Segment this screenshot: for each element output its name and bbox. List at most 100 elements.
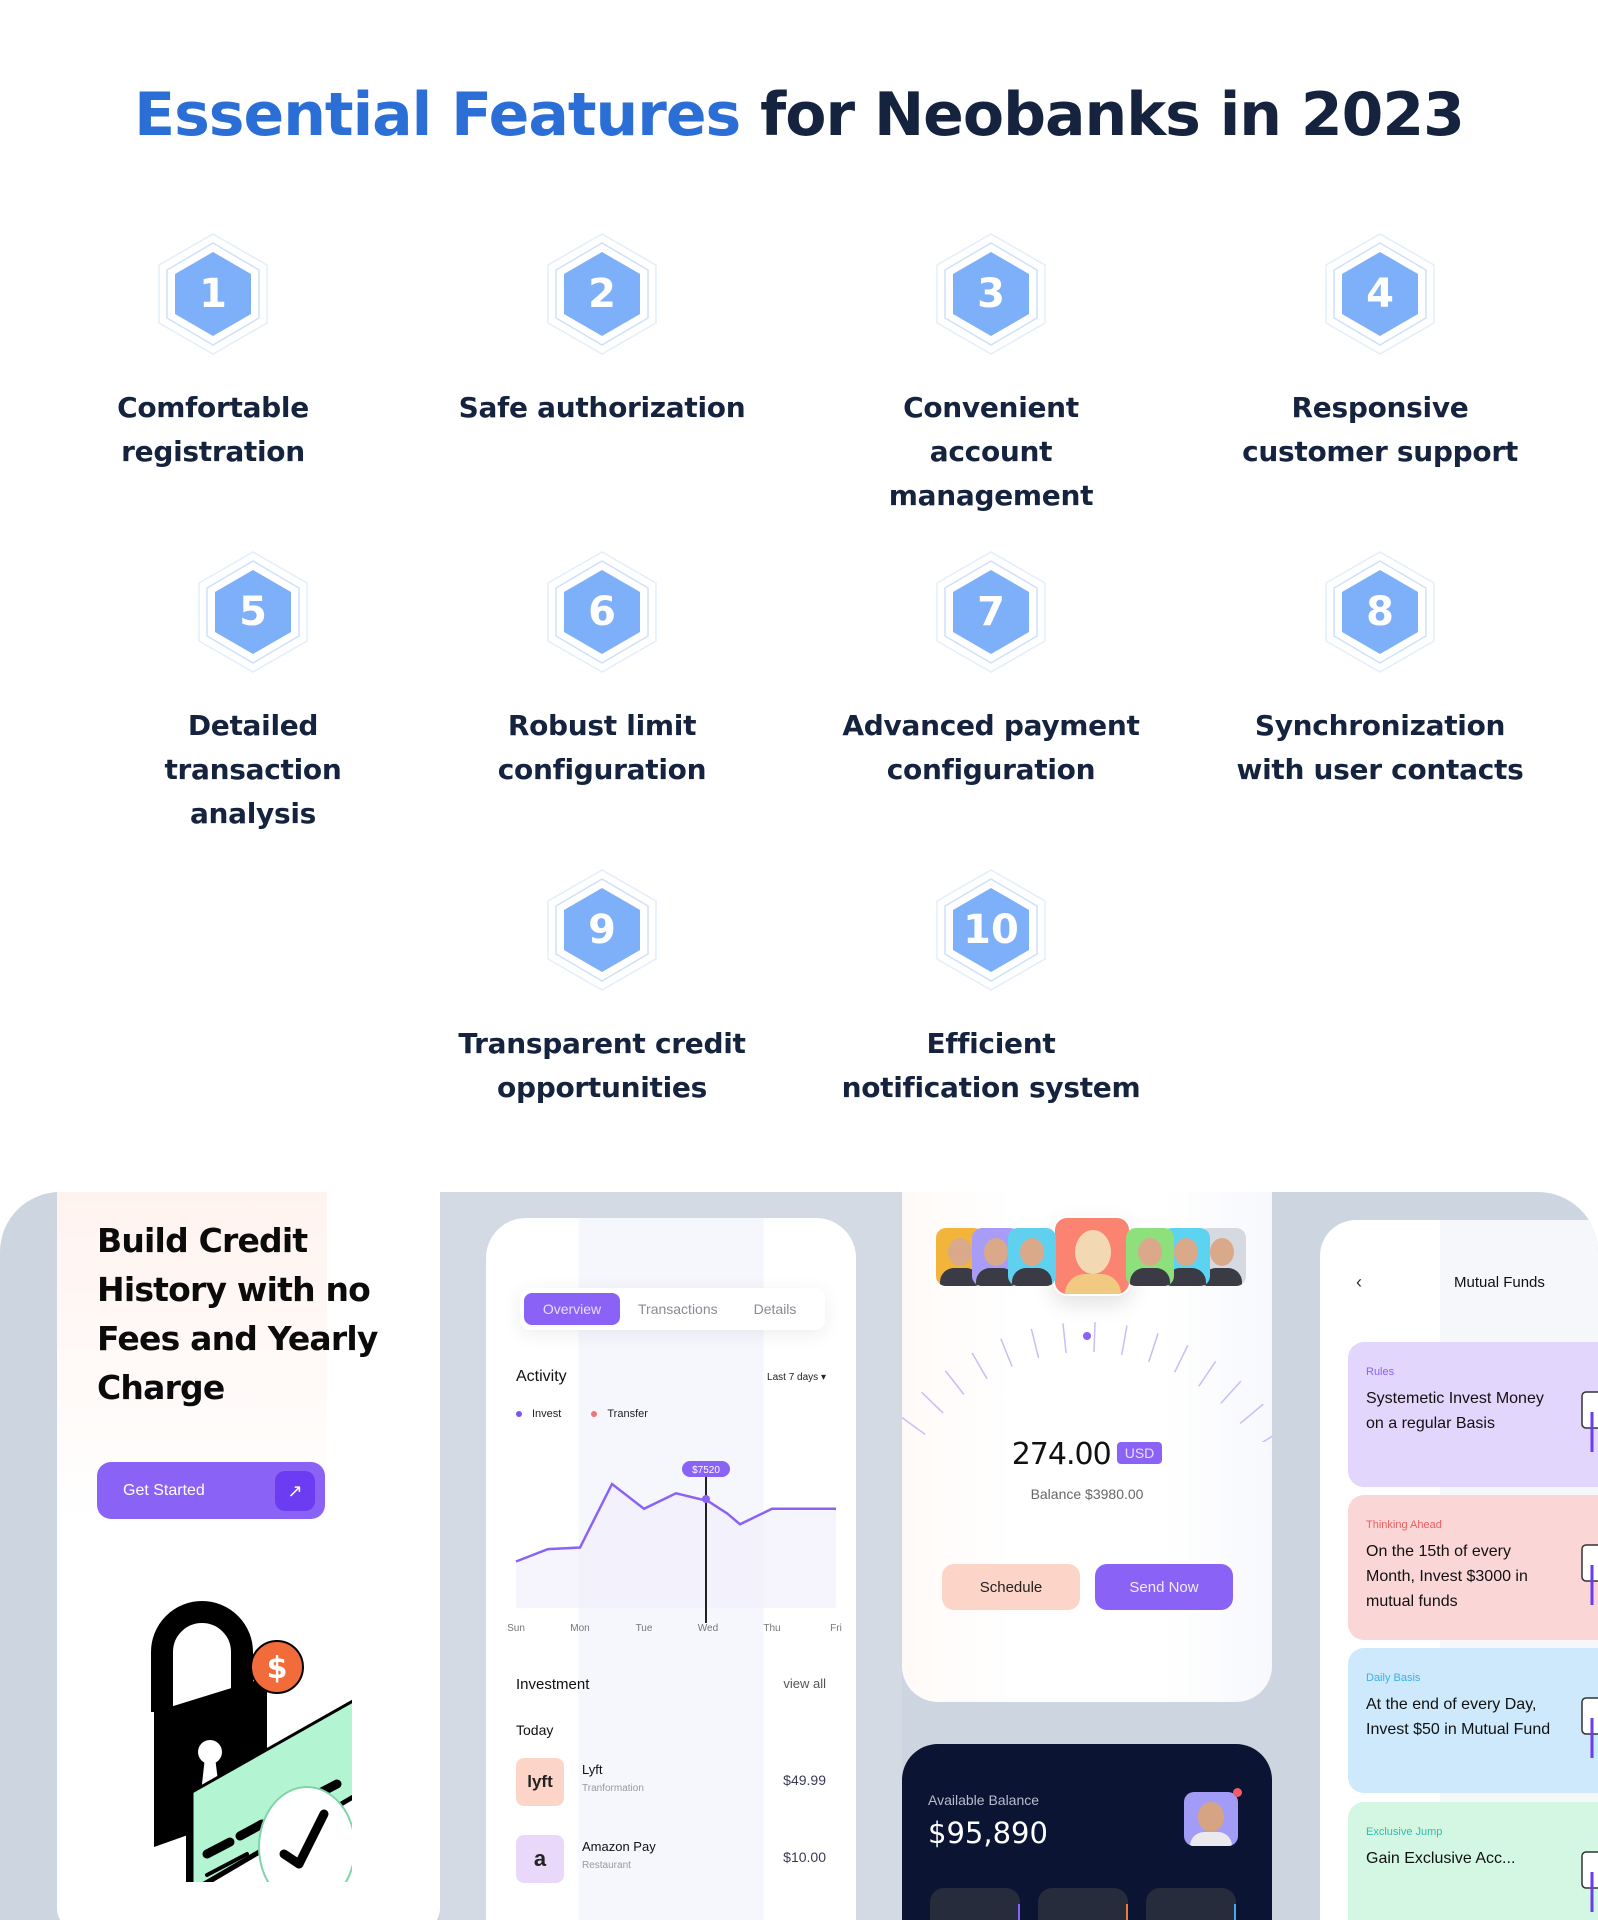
contact-avatars [936, 1216, 1246, 1296]
feature-label: Comfortable registration [117, 391, 309, 468]
number-hexagon-icon: 6 [546, 550, 658, 674]
chart-legend: Invest Transfer [516, 1408, 648, 1420]
tooltip-label: $7520 [692, 1465, 720, 1476]
available-balance-label: Available Balance [928, 1792, 1040, 1808]
profile-avatar[interactable] [1184, 1792, 1238, 1846]
amount-dial[interactable] [902, 1312, 1272, 1442]
x-tick-label: Mon [570, 1623, 589, 1633]
feature-number: 10 [963, 907, 1019, 953]
feature-number: 2 [588, 271, 616, 317]
today-label: Today [516, 1722, 554, 1738]
lock-card-check-illustration: $ [151, 1601, 352, 1882]
feature-item: 5 Detailed transaction analysis [88, 550, 418, 836]
fund-illustration-icon [1581, 1544, 1598, 1605]
transaction-row[interactable]: lyft Lyft Tranformation $49.99 [516, 1758, 826, 1806]
dial-tick [1120, 1325, 1128, 1356]
highlight-point[interactable] [702, 1495, 710, 1503]
transaction-row[interactable]: a Amazon Pay Restaurant $10.00 [516, 1835, 826, 1883]
feature-number: 1 [199, 271, 227, 317]
title-accent: Essential Features [134, 80, 741, 150]
fund-rule-card[interactable]: Exclusive Jump Gain Exclusive Acc... [1348, 1802, 1598, 1920]
tab-transactions[interactable]: Transactions [624, 1293, 732, 1325]
tab-details[interactable]: Details [740, 1293, 811, 1325]
investment-title: Investment [516, 1676, 590, 1693]
dial-tick [902, 1416, 926, 1436]
fund-card-text: On the 15th of every Month, Invest $3000… [1366, 1543, 1528, 1610]
feature-item: 9 Transparent credit opportunities [437, 868, 767, 1110]
quick-action-button[interactable] [1146, 1888, 1236, 1920]
feature-number: 6 [588, 589, 616, 635]
view-all-link[interactable]: view all [783, 1676, 826, 1691]
feature-label: Robust limit configuration [497, 709, 707, 786]
activity-title: Activity [516, 1368, 567, 1385]
legend-dot [591, 1411, 598, 1418]
caret-down-icon: ▾ [820, 1372, 826, 1383]
range-dropdown[interactable]: Last 7 days ▾ [767, 1372, 826, 1383]
number-hexagon-icon: 7 [935, 550, 1047, 674]
feature-item: 1 Comfortable registration [48, 232, 378, 474]
feature-label: Transparent credit opportunities [458, 1027, 746, 1104]
quick-action-button[interactable] [1038, 1888, 1128, 1920]
balance-screen: Available Balance $95,890 [902, 1744, 1272, 1920]
feature-label: Safe authorization [458, 391, 746, 424]
feature-label: Efficient notification system [841, 1027, 1141, 1104]
fund-card-text: Systemetic Invest Money on a regular Bas… [1366, 1390, 1544, 1432]
dial-tick [1198, 1360, 1217, 1387]
feature-item: 2 Safe authorization [437, 232, 767, 430]
number-hexagon-icon: 9 [546, 868, 658, 992]
contact-avatar[interactable] [1126, 1228, 1174, 1286]
feature-number: 9 [588, 907, 616, 953]
number-hexagon-icon: 8 [1324, 550, 1436, 674]
dial-tick [1220, 1380, 1242, 1404]
fund-rule-card[interactable]: Daily Basis At the end of every Day, Inv… [1348, 1648, 1598, 1793]
feature-label: Advanced payment configuration [842, 709, 1140, 786]
get-started-label: Get Started [123, 1481, 205, 1499]
mutual-funds-title: Mutual Funds [1454, 1274, 1545, 1291]
send-now-button[interactable]: Send Now [1095, 1564, 1233, 1610]
get-started-button[interactable]: Get Started ↗ [97, 1462, 325, 1519]
fund-rule-card[interactable]: Thinking Ahead On the 15th of every Mont… [1348, 1495, 1598, 1640]
dial-handle[interactable] [1083, 1332, 1091, 1340]
feature-number: 4 [1366, 271, 1394, 317]
dial-tick [944, 1370, 965, 1395]
feature-number: 8 [1366, 589, 1394, 635]
x-tick-label: Fri [830, 1623, 842, 1633]
schedule-button[interactable]: Schedule [942, 1564, 1080, 1610]
chart-area [516, 1484, 836, 1608]
x-tick-label: Tue [636, 1623, 653, 1633]
feature-item: 6 Robust limit configuration [437, 550, 767, 792]
dial-tick [1000, 1338, 1013, 1367]
chevron-left-icon[interactable]: ‹ [1356, 1272, 1362, 1293]
fund-card-tag: Exclusive Jump [1366, 1826, 1443, 1838]
quick-action-button[interactable] [930, 1888, 1020, 1920]
feature-item: 3 Convenient account management [826, 232, 1156, 518]
fund-card-tag: Rules [1366, 1366, 1395, 1378]
legend-transfer: Transfer [591, 1408, 648, 1420]
tab-overview[interactable]: Overview [524, 1293, 620, 1325]
svg-text:$: $ [267, 1651, 288, 1686]
feature-label: Responsive customer support [1242, 391, 1518, 468]
dial-tick [1093, 1322, 1096, 1353]
number-hexagon-icon: 5 [197, 550, 309, 674]
fund-card-tag: Thinking Ahead [1366, 1519, 1442, 1531]
dial-tick [1174, 1344, 1189, 1373]
legend-invest: Invest [516, 1408, 561, 1420]
fund-card-text: Gain Exclusive Acc... [1366, 1850, 1516, 1867]
x-tick-label: Wed [698, 1623, 718, 1633]
amazon-logo-icon: a [516, 1835, 564, 1883]
transfer-screen: 274.00 USD Balance $3980.00 Schedule Send… [902, 1192, 1272, 1702]
dial-tick [1239, 1403, 1264, 1425]
number-hexagon-icon: 2 [546, 232, 658, 356]
mutual-funds-screen: ‹ Mutual Funds Rules Systemetic Invest M… [1320, 1220, 1598, 1920]
dial-tick [1148, 1333, 1159, 1363]
page-title: Essential Features for Neobanks in 2023 [0, 80, 1598, 150]
fund-illustration-icon [1581, 1851, 1598, 1912]
x-tick-label: Thu [763, 1623, 780, 1633]
available-balance-amount: $95,890 [928, 1816, 1048, 1850]
title-rest: for Neobanks in 2023 [740, 80, 1465, 150]
fund-card-text: At the end of every Day, Invest $50 in M… [1366, 1696, 1551, 1738]
contact-avatar[interactable] [1008, 1228, 1056, 1286]
feature-number: 7 [977, 589, 1005, 635]
fund-rule-card[interactable]: Rules Systemetic Invest Money on a regul… [1348, 1342, 1598, 1487]
selected-contact-avatar[interactable] [1053, 1216, 1131, 1296]
